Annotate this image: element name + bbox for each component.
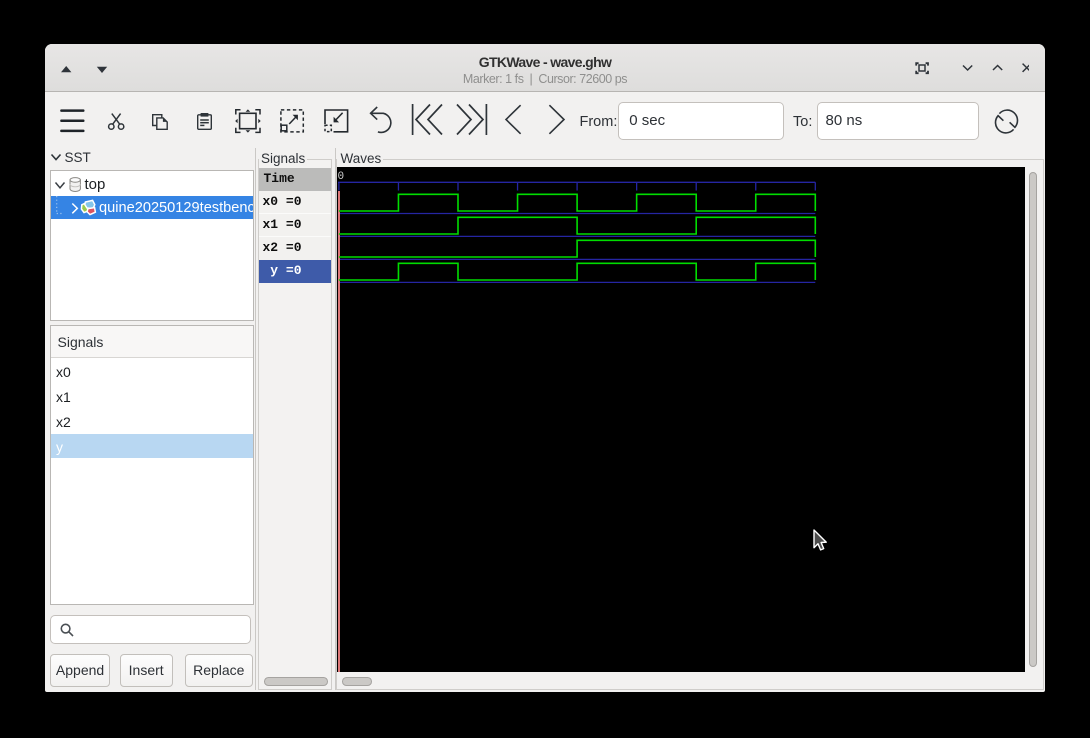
svg-text:0: 0: [337, 171, 344, 183]
